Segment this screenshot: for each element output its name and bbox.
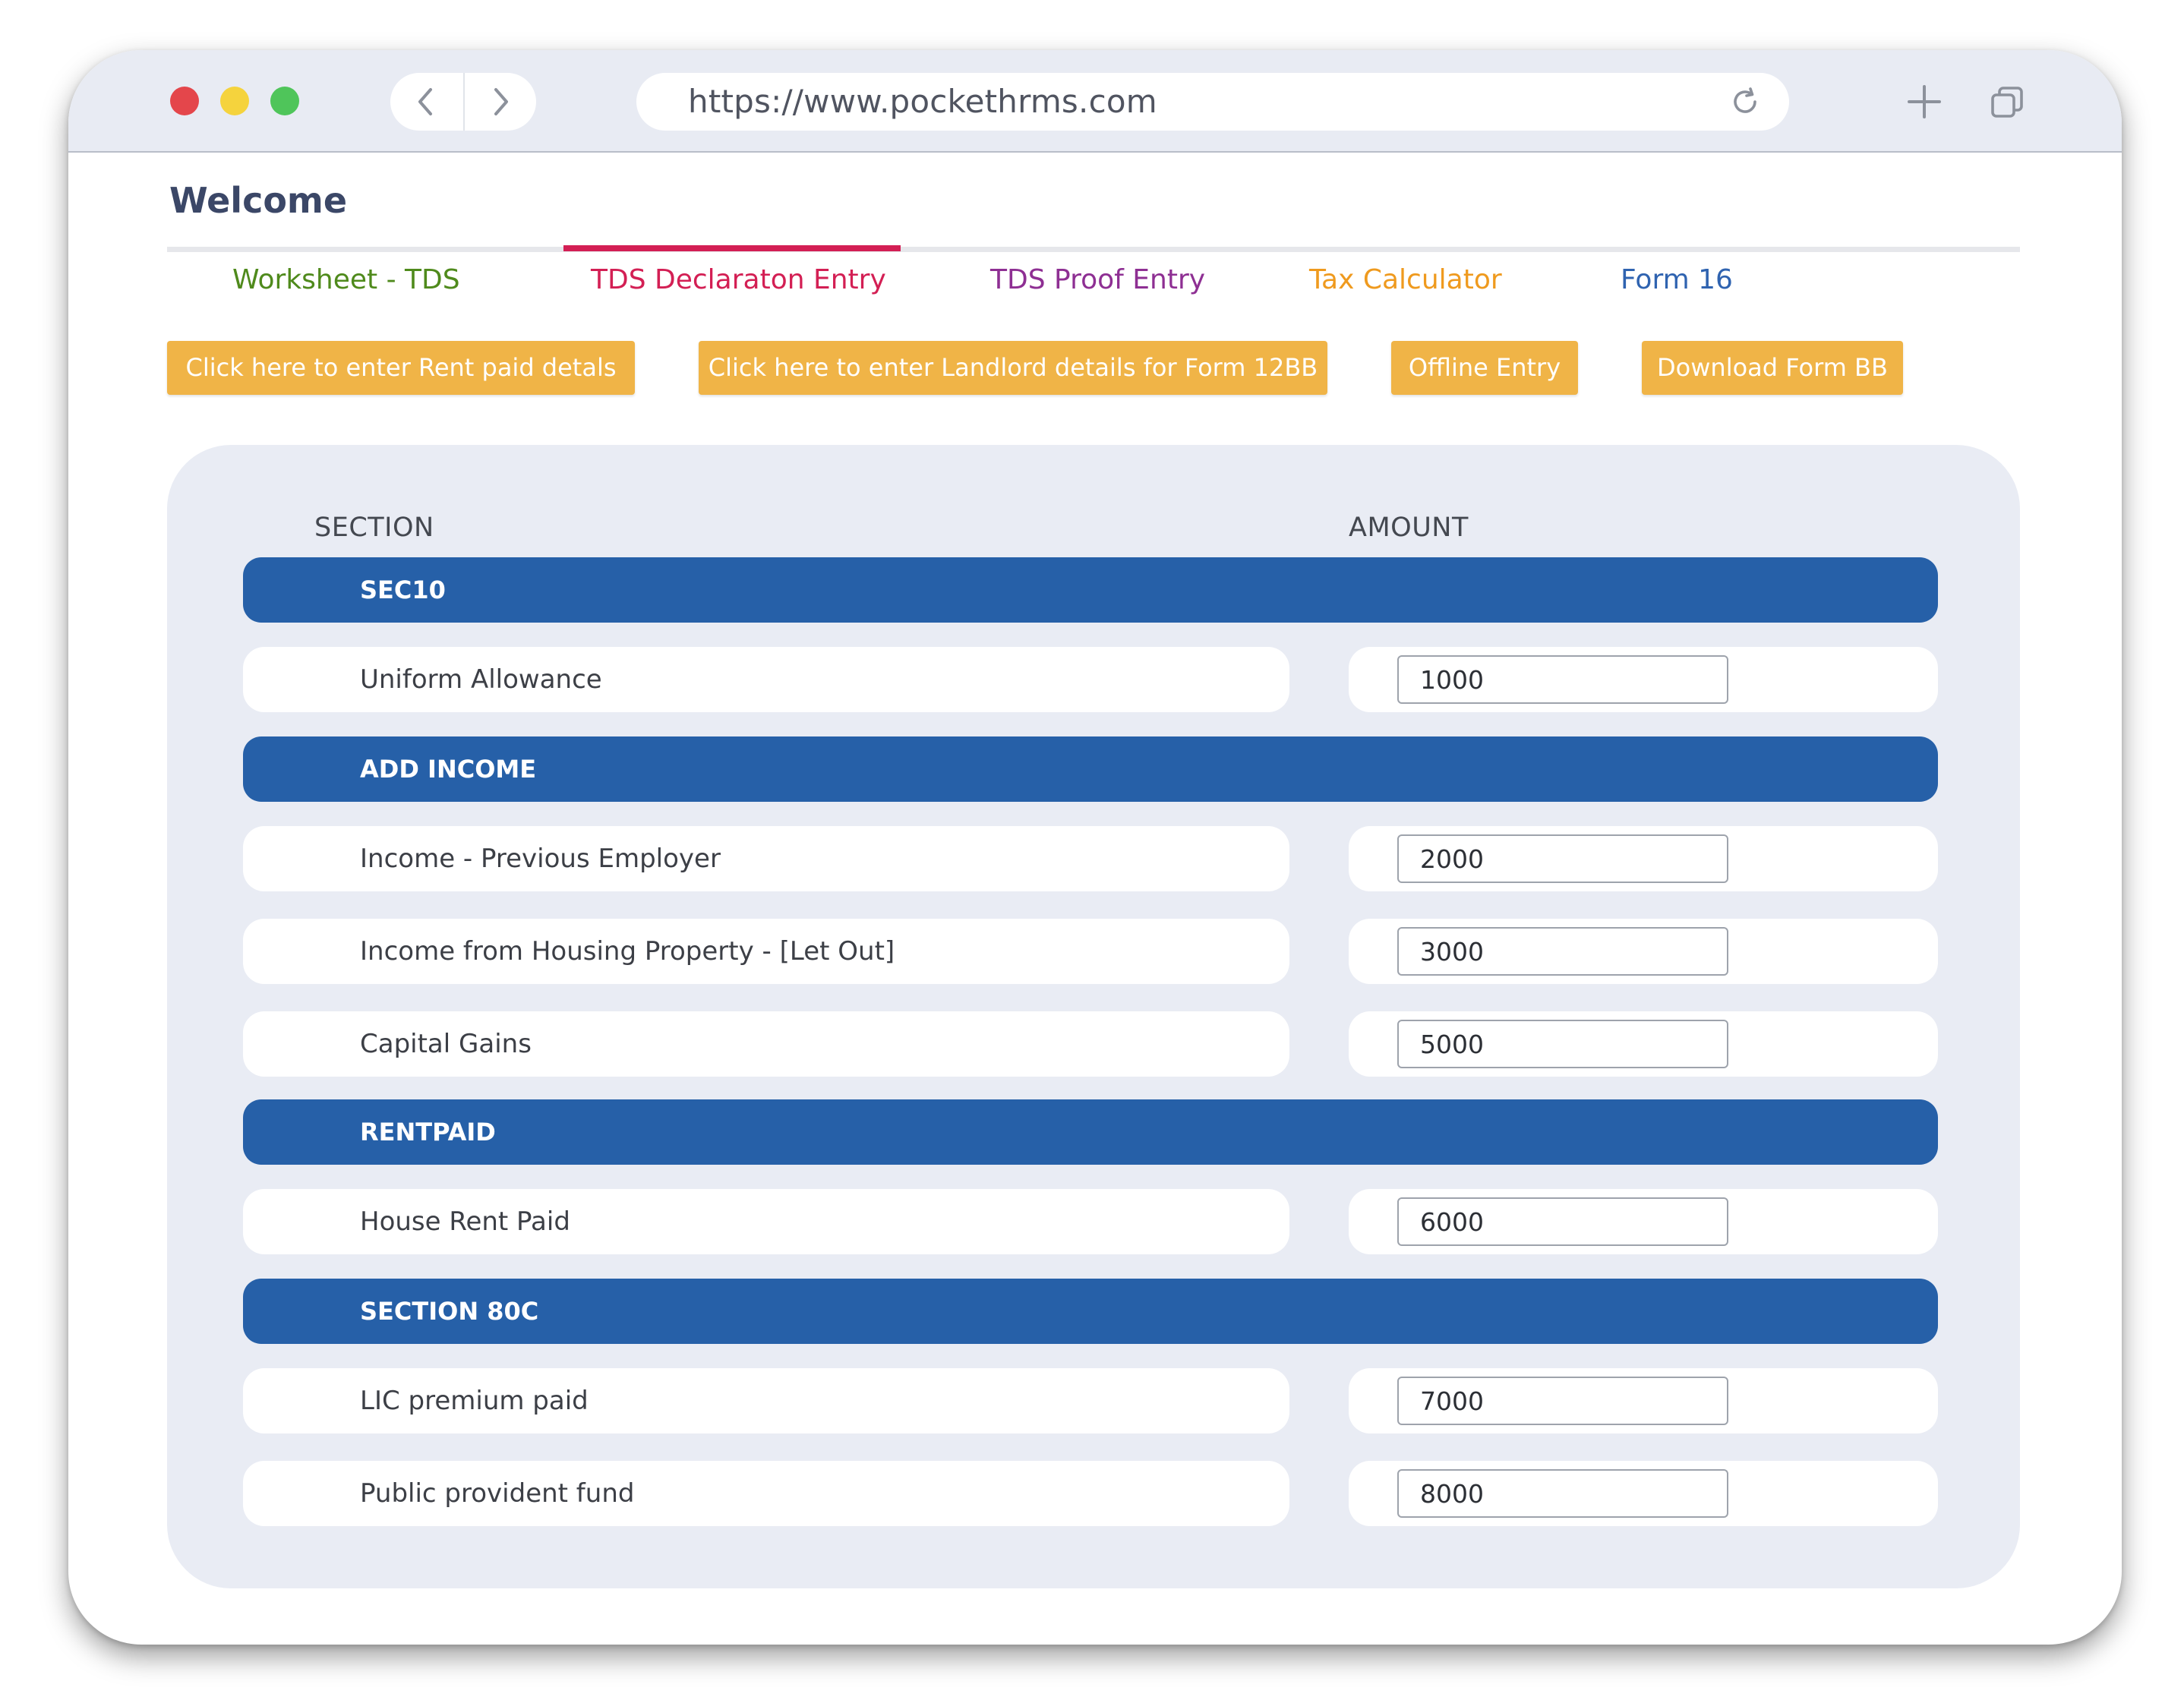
amount-input-uniform-allowance[interactable] <box>1397 655 1728 704</box>
row-label: Public provident fund <box>360 1478 635 1509</box>
row-label: LIC premium paid <box>360 1386 589 1416</box>
active-tab-indicator <box>563 245 901 251</box>
table-row-label: Uniform Allowance <box>243 647 1289 712</box>
address-bar[interactable]: https://www.pockethrms.com <box>636 73 1789 131</box>
section-header-sec10: SEC10 <box>243 557 1938 623</box>
section-title: SEC10 <box>360 576 446 604</box>
amount-input-previous-employer[interactable] <box>1397 834 1728 883</box>
row-label: House Rent Paid <box>360 1206 570 1237</box>
browser-window: https://www.pockethrms.com Welcome Works… <box>68 50 2122 1645</box>
tab-tds-proof-entry[interactable]: TDS Proof Entry <box>990 261 1205 299</box>
nav-divider <box>463 73 465 131</box>
plus-icon[interactable] <box>1906 84 1943 120</box>
table-row-label: Public provident fund <box>243 1461 1289 1526</box>
section-title: SECTION 80C <box>360 1297 539 1326</box>
close-window-button[interactable] <box>170 87 199 115</box>
table-row-label: Income from Housing Property - [Let Out] <box>243 919 1289 984</box>
table-row-amount <box>1349 1011 1938 1077</box>
table-row-label: LIC premium paid <box>243 1368 1289 1433</box>
tab-form-16[interactable]: Form 16 <box>1621 261 1733 299</box>
enter-landlord-details-button[interactable]: Click here to enter Landlord details for… <box>699 341 1327 395</box>
table-row-amount <box>1349 826 1938 891</box>
minimize-window-button[interactable] <box>220 87 249 115</box>
enter-rent-paid-button[interactable]: Click here to enter Rent paid detals <box>167 341 635 395</box>
offline-entry-button[interactable]: Offline Entry <box>1391 341 1578 395</box>
back-button[interactable] <box>390 73 463 131</box>
amount-input-lic-premium[interactable] <box>1397 1377 1728 1425</box>
reload-icon[interactable] <box>1730 87 1760 117</box>
row-label: Income from Housing Property - [Let Out] <box>360 936 895 967</box>
table-row-amount <box>1349 1189 1938 1254</box>
browser-toolbar: https://www.pockethrms.com <box>68 50 2122 153</box>
table-row-amount <box>1349 1368 1938 1433</box>
amount-column-header: AMOUNT <box>1349 513 1469 543</box>
tab-worksheet-tds[interactable]: Worksheet - TDS <box>232 261 460 299</box>
amount-input-capital-gains[interactable] <box>1397 1020 1728 1068</box>
tab-tds-declaration-entry[interactable]: TDS Declaraton Entry <box>591 261 886 299</box>
row-label: Uniform Allowance <box>360 664 602 695</box>
table-row-amount <box>1349 919 1938 984</box>
section-title: ADD INCOME <box>360 755 537 784</box>
chevron-left-icon <box>418 88 432 115</box>
table-row-label: Income - Previous Employer <box>243 826 1289 891</box>
section-header-add-income: ADD INCOME <box>243 736 1938 802</box>
section-title: RENTPAID <box>360 1118 496 1146</box>
table-row-label: Capital Gains <box>243 1011 1289 1077</box>
chevron-right-icon <box>494 88 508 115</box>
download-form-button[interactable]: Download Form BB <box>1642 341 1903 395</box>
row-label: Income - Previous Employer <box>360 844 721 874</box>
amount-input-house-rent-paid[interactable] <box>1397 1197 1728 1246</box>
url-text: https://www.pockethrms.com <box>688 83 1157 120</box>
amount-input-public-provident-fund[interactable] <box>1397 1469 1728 1518</box>
maximize-window-button[interactable] <box>270 87 299 115</box>
section-column-header: SECTION <box>314 513 434 543</box>
table-row-amount <box>1349 1461 1938 1526</box>
tabs-icon[interactable] <box>1990 85 2025 120</box>
table-row-amount <box>1349 647 1938 712</box>
section-header-rentpaid: RENTPAID <box>243 1099 1938 1165</box>
tab-underline-track <box>167 247 2020 252</box>
tab-tax-calculator[interactable]: Tax Calculator <box>1309 261 1502 299</box>
page-title: Welcome <box>169 180 348 221</box>
forward-button[interactable] <box>463 73 536 131</box>
amount-input-housing-property[interactable] <box>1397 927 1728 976</box>
table-row-label: House Rent Paid <box>243 1189 1289 1254</box>
declaration-table: SECTION AMOUNT SEC10 Uniform Allowance A… <box>167 445 2020 1588</box>
row-label: Capital Gains <box>360 1029 532 1059</box>
section-header-section-80c: SECTION 80C <box>243 1279 1938 1344</box>
navigation-buttons <box>390 73 536 131</box>
